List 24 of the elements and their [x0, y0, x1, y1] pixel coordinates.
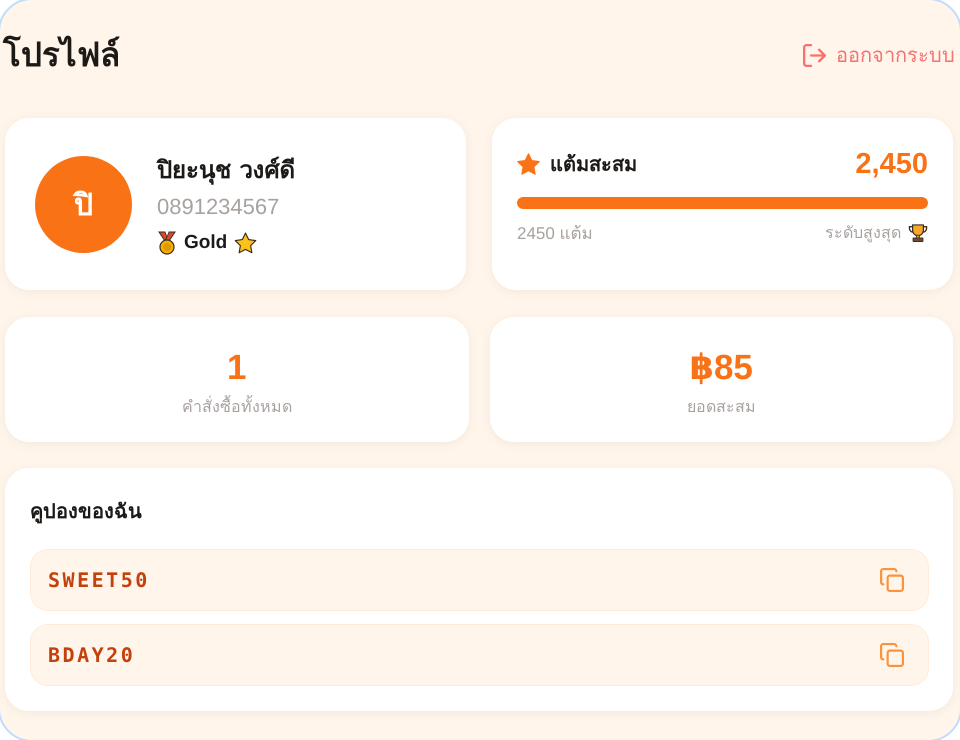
- coupon-code: SWEET50: [48, 568, 150, 592]
- medal-icon: [157, 231, 177, 255]
- copy-icon[interactable]: [880, 568, 904, 592]
- stat-value: ฿85: [690, 347, 753, 389]
- logout-button[interactable]: ออกจากระบบ: [803, 39, 955, 71]
- star-icon: [234, 232, 258, 254]
- tier-label: Gold: [184, 231, 228, 255]
- stat-label: ยอดสะสม: [686, 396, 756, 418]
- copy-icon[interactable]: [880, 643, 904, 667]
- page-title: โปรไฟล์: [3, 34, 120, 76]
- trophy-icon: [908, 224, 928, 242]
- stat-value: 1: [227, 347, 246, 389]
- points-count: 2450 แต้ม: [517, 223, 593, 245]
- stat-label: คำสั่งซื้อทั้งหมด: [182, 395, 292, 418]
- tier-status: ระดับสูงสุด: [825, 222, 901, 244]
- logout-icon: [803, 44, 826, 66]
- user-name: ปิยะนุช วงศ์ดี: [157, 155, 296, 187]
- points-label: แต้มสะสม: [550, 151, 637, 178]
- section-title: คูปองของฉัน: [30, 498, 143, 526]
- star-icon: [517, 153, 540, 175]
- points-value: 2,450: [855, 148, 928, 180]
- phone-number: 0891234567: [157, 193, 280, 221]
- avatar-circle: ปิ: [35, 156, 132, 252]
- coupon-code: BDAY20: [48, 643, 136, 667]
